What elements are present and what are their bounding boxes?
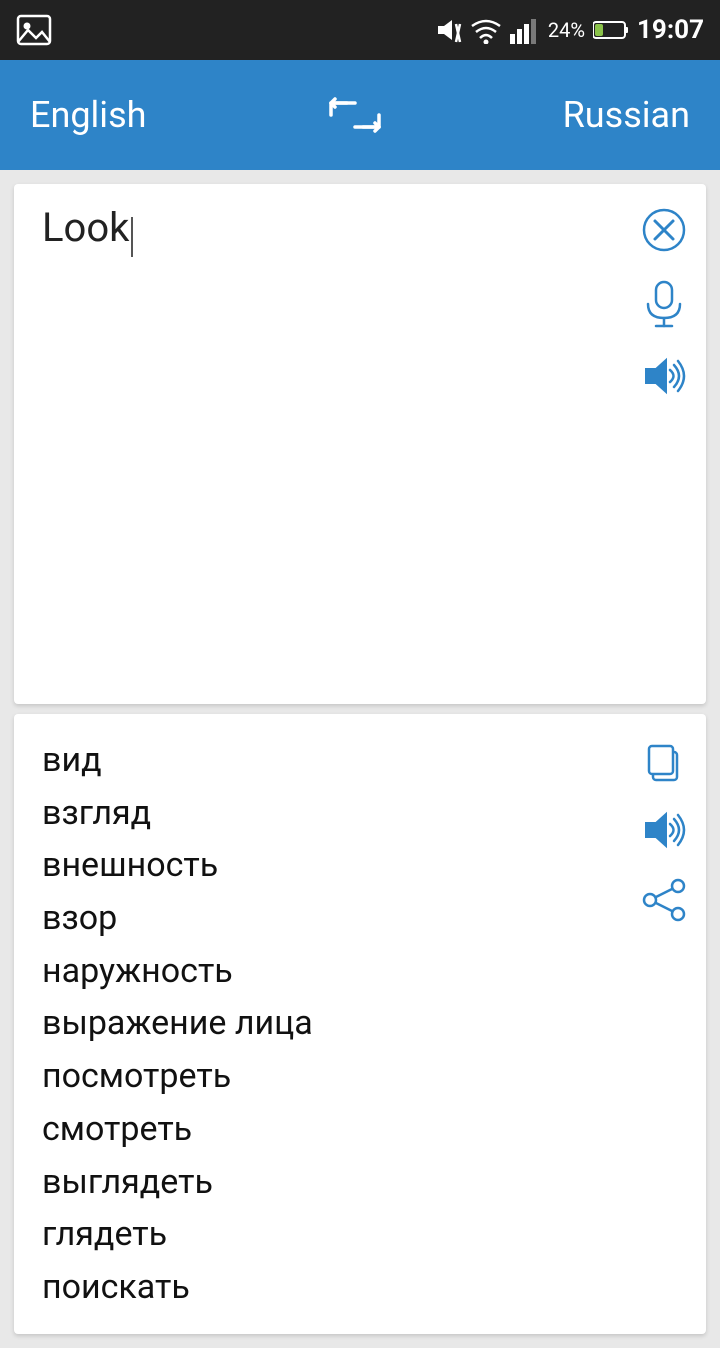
swap-languages-button[interactable]: [325, 93, 385, 137]
clear-icon: [642, 208, 686, 252]
share-button[interactable]: [642, 878, 686, 922]
results-card: видвзглядвнешностьвзорнаружностьвыражени…: [14, 714, 706, 1334]
input-wrapper: Look: [42, 204, 642, 257]
translations-list: видвзглядвнешностьвзорнаружностьвыражени…: [42, 734, 642, 1314]
speaker-icon: [642, 356, 686, 396]
mic-button[interactable]: [644, 280, 684, 328]
list-item: взор: [42, 892, 642, 945]
copy-icon: [643, 740, 685, 782]
list-item: посмотреть: [42, 1050, 642, 1103]
text-cursor: [131, 217, 133, 257]
list-item: взгляд: [42, 787, 642, 840]
signal-icon: [510, 16, 540, 44]
wifi-icon: [470, 16, 502, 44]
list-item: наружность: [42, 945, 642, 998]
copy-button[interactable]: [643, 740, 685, 782]
input-actions: [642, 204, 686, 396]
input-card: Look: [14, 184, 706, 704]
mic-icon: [644, 280, 684, 328]
list-item: глядеть: [42, 1208, 642, 1261]
mute-icon: [434, 16, 462, 44]
results-actions: [642, 734, 686, 922]
battery-icon: [593, 20, 629, 40]
status-time: 19:07: [637, 15, 704, 45]
list-item: внешность: [42, 839, 642, 892]
battery-indicator: 24%: [548, 18, 585, 42]
share-icon: [642, 878, 686, 922]
toolbar: English Russian: [0, 60, 720, 170]
image-icon: [16, 12, 52, 48]
list-item: выглядеть: [42, 1156, 642, 1209]
source-language[interactable]: English: [30, 94, 146, 136]
swap-icon: [325, 93, 385, 137]
status-right: 24% 19:07: [434, 15, 704, 45]
speaker-button[interactable]: [642, 356, 686, 396]
status-bar: 24% 19:07: [0, 0, 720, 60]
results-speaker-icon: [642, 810, 686, 850]
list-item: смотреть: [42, 1103, 642, 1156]
target-language[interactable]: Russian: [563, 94, 690, 136]
status-left: [16, 12, 52, 48]
list-item: поискать: [42, 1261, 642, 1314]
input-text: Look: [42, 204, 129, 251]
clear-button[interactable]: [642, 208, 686, 252]
results-speaker-button[interactable]: [642, 810, 686, 850]
list-item: выражение лица: [42, 997, 642, 1050]
list-item: вид: [42, 734, 642, 787]
